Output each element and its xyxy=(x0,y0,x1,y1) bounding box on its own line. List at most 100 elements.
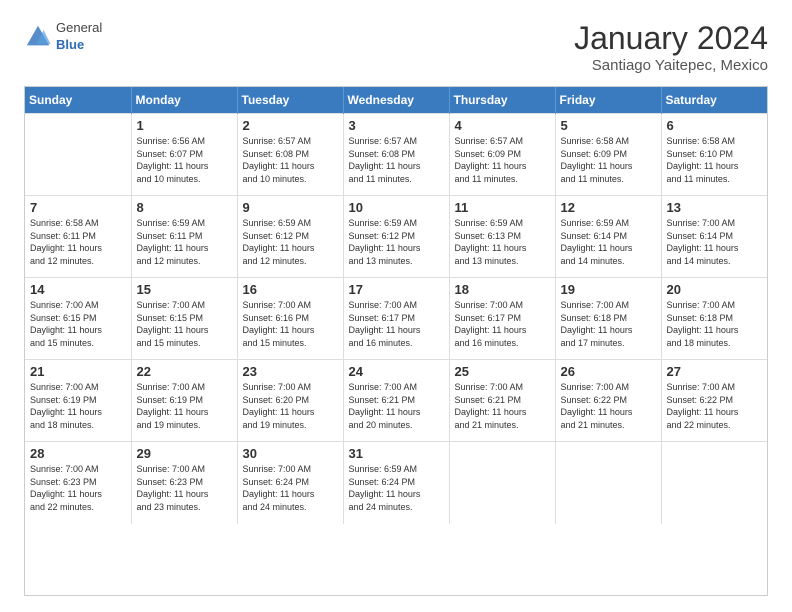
day-number: 25 xyxy=(455,364,550,379)
table-row: 30 Sunrise: 7:00 AM Sunset: 6:24 PM Dayli… xyxy=(237,442,343,524)
day-info: Sunrise: 7:00 AM Sunset: 6:18 PM Dayligh… xyxy=(667,299,763,349)
logo-general: General xyxy=(56,20,102,35)
day-info: Sunrise: 7:00 AM Sunset: 6:23 PM Dayligh… xyxy=(30,463,126,513)
table-row: 26 Sunrise: 7:00 AM Sunset: 6:22 PM Dayli… xyxy=(555,360,661,442)
day-info: Sunrise: 6:57 AM Sunset: 6:09 PM Dayligh… xyxy=(455,135,550,185)
table-row: 23 Sunrise: 7:00 AM Sunset: 6:20 PM Dayli… xyxy=(237,360,343,442)
table-row: 24 Sunrise: 7:00 AM Sunset: 6:21 PM Dayli… xyxy=(343,360,449,442)
logo: General Blue xyxy=(24,20,102,54)
day-number: 31 xyxy=(349,446,444,461)
day-number: 19 xyxy=(561,282,656,297)
day-info: Sunrise: 7:00 AM Sunset: 6:22 PM Dayligh… xyxy=(667,381,763,431)
day-number: 27 xyxy=(667,364,763,379)
day-info: Sunrise: 7:00 AM Sunset: 6:17 PM Dayligh… xyxy=(349,299,444,349)
day-number: 8 xyxy=(137,200,232,215)
day-info: Sunrise: 7:00 AM Sunset: 6:21 PM Dayligh… xyxy=(455,381,550,431)
day-number: 17 xyxy=(349,282,444,297)
day-info: Sunrise: 7:00 AM Sunset: 6:16 PM Dayligh… xyxy=(243,299,338,349)
col-saturday: Saturday xyxy=(661,87,767,114)
day-number: 20 xyxy=(667,282,763,297)
day-number: 5 xyxy=(561,118,656,133)
table-row: 18 Sunrise: 7:00 AM Sunset: 6:17 PM Dayli… xyxy=(449,278,555,360)
day-info: Sunrise: 6:57 AM Sunset: 6:08 PM Dayligh… xyxy=(349,135,444,185)
week-row-2: 14Sunrise: 7:00 AM Sunset: 6:15 PM Dayli… xyxy=(25,278,767,360)
table-row: 13 Sunrise: 7:00 AM Sunset: 6:14 PM Dayli… xyxy=(661,196,767,278)
col-friday: Friday xyxy=(555,87,661,114)
table-row: 15 Sunrise: 7:00 AM Sunset: 6:15 PM Dayli… xyxy=(131,278,237,360)
table-row: 31Sunrise: 6:59 AM Sunset: 6:24 PM Dayli… xyxy=(343,442,449,524)
day-info: Sunrise: 6:59 AM Sunset: 6:14 PM Dayligh… xyxy=(561,217,656,267)
day-info: Sunrise: 6:59 AM Sunset: 6:12 PM Dayligh… xyxy=(243,217,338,267)
day-number: 18 xyxy=(455,282,550,297)
day-info: Sunrise: 6:59 AM Sunset: 6:11 PM Dayligh… xyxy=(137,217,232,267)
day-number: 3 xyxy=(349,118,444,133)
day-info: Sunrise: 7:00 AM Sunset: 6:21 PM Dayligh… xyxy=(349,381,444,431)
table-row: 28 Sunrise: 7:00 AM Sunset: 6:23 PM Dayli… xyxy=(25,442,131,524)
table-row: 20 Sunrise: 7:00 AM Sunset: 6:18 PM Dayli… xyxy=(661,278,767,360)
day-number: 21 xyxy=(30,364,126,379)
day-info: Sunrise: 7:00 AM Sunset: 6:17 PM Dayligh… xyxy=(455,299,550,349)
day-info: Sunrise: 6:59 AM Sunset: 6:12 PM Dayligh… xyxy=(349,217,444,267)
col-tuesday: Tuesday xyxy=(237,87,343,114)
table-row: 16 Sunrise: 7:00 AM Sunset: 6:16 PM Dayli… xyxy=(237,278,343,360)
table-row xyxy=(449,442,555,524)
day-number: 2 xyxy=(243,118,338,133)
day-info: Sunrise: 6:57 AM Sunset: 6:08 PM Dayligh… xyxy=(243,135,338,185)
day-number: 12 xyxy=(561,200,656,215)
table-row: 21 Sunrise: 7:00 AM Sunset: 6:19 PM Dayli… xyxy=(25,360,131,442)
table-row: 25 Sunrise: 7:00 AM Sunset: 6:21 PM Dayli… xyxy=(449,360,555,442)
day-number: 23 xyxy=(243,364,338,379)
page: General Blue January 2024 Santiago Yaite… xyxy=(0,0,792,612)
day-info: Sunrise: 7:00 AM Sunset: 6:24 PM Dayligh… xyxy=(243,463,338,513)
table-row: 4 Sunrise: 6:57 AM Sunset: 6:09 PM Daylig… xyxy=(449,114,555,196)
day-number: 26 xyxy=(561,364,656,379)
day-number: 30 xyxy=(243,446,338,461)
header: General Blue January 2024 Santiago Yaite… xyxy=(24,20,768,74)
day-info: Sunrise: 7:00 AM Sunset: 6:15 PM Dayligh… xyxy=(137,299,232,349)
day-number: 22 xyxy=(137,364,232,379)
table-row: 10 Sunrise: 6:59 AM Sunset: 6:12 PM Dayli… xyxy=(343,196,449,278)
day-info: Sunrise: 7:00 AM Sunset: 6:20 PM Dayligh… xyxy=(243,381,338,431)
table-row: 11Sunrise: 6:59 AM Sunset: 6:13 PM Dayli… xyxy=(449,196,555,278)
logo-text: General Blue xyxy=(56,20,102,54)
calendar-subtitle: Santiago Yaitepec, Mexico xyxy=(574,57,768,74)
table-row: 19 Sunrise: 7:00 AM Sunset: 6:18 PM Dayli… xyxy=(555,278,661,360)
day-number: 13 xyxy=(667,200,763,215)
calendar-title: January 2024 xyxy=(574,20,768,57)
table-row: 12 Sunrise: 6:59 AM Sunset: 6:14 PM Dayli… xyxy=(555,196,661,278)
day-number: 7 xyxy=(30,200,126,215)
day-info: Sunrise: 7:00 AM Sunset: 6:19 PM Dayligh… xyxy=(30,381,126,431)
day-number: 16 xyxy=(243,282,338,297)
day-number: 6 xyxy=(667,118,763,133)
day-info: Sunrise: 7:00 AM Sunset: 6:19 PM Dayligh… xyxy=(137,381,232,431)
table-row: 22 Sunrise: 7:00 AM Sunset: 6:19 PM Dayli… xyxy=(131,360,237,442)
day-number: 15 xyxy=(137,282,232,297)
day-number: 24 xyxy=(349,364,444,379)
day-number: 29 xyxy=(137,446,232,461)
table-row: 17 Sunrise: 7:00 AM Sunset: 6:17 PM Dayli… xyxy=(343,278,449,360)
day-info: Sunrise: 7:00 AM Sunset: 6:15 PM Dayligh… xyxy=(30,299,126,349)
table-row: 8 Sunrise: 6:59 AM Sunset: 6:11 PM Daylig… xyxy=(131,196,237,278)
table-row xyxy=(25,114,131,196)
day-info: Sunrise: 7:00 AM Sunset: 6:23 PM Dayligh… xyxy=(137,463,232,513)
table-row: 3 Sunrise: 6:57 AM Sunset: 6:08 PM Daylig… xyxy=(343,114,449,196)
logo-icon xyxy=(24,23,52,51)
day-number: 28 xyxy=(30,446,126,461)
table-row xyxy=(661,442,767,524)
table-row: 27 Sunrise: 7:00 AM Sunset: 6:22 PM Dayli… xyxy=(661,360,767,442)
day-number: 4 xyxy=(455,118,550,133)
calendar: Sunday Monday Tuesday Wednesday Thursday… xyxy=(24,86,768,596)
day-info: Sunrise: 7:00 AM Sunset: 6:22 PM Dayligh… xyxy=(561,381,656,431)
table-row: 29 Sunrise: 7:00 AM Sunset: 6:23 PM Dayli… xyxy=(131,442,237,524)
logo-blue: Blue xyxy=(56,37,84,52)
header-row: Sunday Monday Tuesday Wednesday Thursday… xyxy=(25,87,767,114)
day-info: Sunrise: 7:00 AM Sunset: 6:14 PM Dayligh… xyxy=(667,217,763,267)
table-row: 5Sunrise: 6:58 AM Sunset: 6:09 PM Daylig… xyxy=(555,114,661,196)
col-wednesday: Wednesday xyxy=(343,87,449,114)
day-info: Sunrise: 6:59 AM Sunset: 6:13 PM Dayligh… xyxy=(455,217,550,267)
col-sunday: Sunday xyxy=(25,87,131,114)
day-number: 10 xyxy=(349,200,444,215)
day-info: Sunrise: 7:00 AM Sunset: 6:18 PM Dayligh… xyxy=(561,299,656,349)
col-monday: Monday xyxy=(131,87,237,114)
week-row-4: 28 Sunrise: 7:00 AM Sunset: 6:23 PM Dayli… xyxy=(25,442,767,524)
